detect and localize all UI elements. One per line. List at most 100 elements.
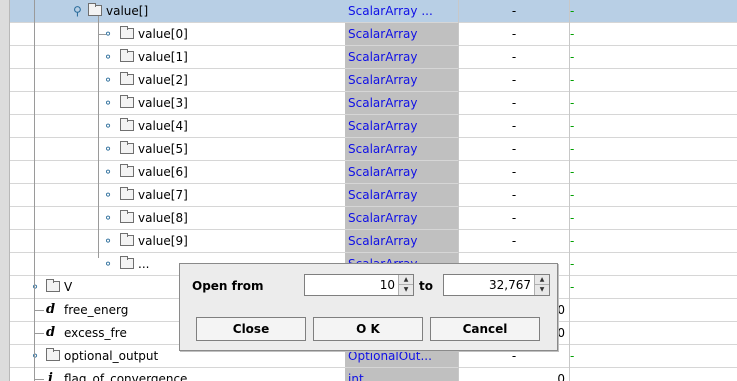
spin-up-icon[interactable]: ▲ — [399, 275, 413, 285]
to-spinner[interactable]: ▲ ▼ — [443, 274, 550, 296]
tree-branch-line — [34, 379, 44, 380]
folder-icon — [120, 72, 134, 85]
collapsed-handle-icon[interactable]: ⚬ — [103, 23, 113, 45]
name-cell: ⚬ value[8] — [10, 207, 344, 229]
name-cell: ⚬ value[7] — [10, 184, 344, 206]
tree-branch-line — [34, 310, 44, 311]
marker-cell: - — [570, 50, 575, 64]
type-cell: ScalarArray — [345, 92, 458, 114]
table-row[interactable]: ⚬ value[3] ScalarArray - - — [10, 92, 737, 115]
value-cell: - — [511, 211, 517, 225]
type-cell: ScalarArray — [345, 207, 458, 229]
collapsed-handle-icon[interactable]: ⚬ — [103, 161, 113, 183]
name-cell: ⚬ value[9] — [10, 230, 344, 252]
collapsed-handle-icon[interactable]: ⚬ — [103, 253, 113, 275]
type-cell: ScalarArray — [345, 138, 458, 160]
spin-down-icon[interactable]: ▼ — [535, 285, 549, 295]
collapsed-handle-icon[interactable]: ⚬ — [30, 345, 40, 367]
spin-down-icon[interactable]: ▼ — [399, 285, 413, 295]
folder-icon — [120, 26, 134, 39]
left-border — [0, 0, 10, 381]
value-cell: - — [511, 165, 517, 179]
marker-cell: - — [570, 349, 575, 363]
name-cell: ⚬ value[1] — [10, 46, 344, 68]
folder-icon — [120, 141, 134, 154]
node-label: value[5] — [138, 142, 188, 156]
node-label: value[4] — [138, 119, 188, 133]
table-row[interactable]: ⚬ value[4] ScalarArray - - — [10, 115, 737, 138]
table-row[interactable]: ⚲ value[] ScalarArray ... - - — [10, 0, 737, 23]
table-row[interactable]: ⚬ value[0] ScalarArray - - — [10, 23, 737, 46]
folder-icon — [120, 118, 134, 131]
folder-icon — [120, 187, 134, 200]
collapsed-handle-icon[interactable]: ⚬ — [103, 184, 113, 206]
to-input[interactable] — [446, 277, 531, 293]
folder-icon — [120, 256, 134, 269]
name-cell: ⚲ value[] — [10, 0, 344, 22]
collapsed-handle-icon[interactable]: ⚬ — [103, 92, 113, 114]
node-label: flag_of_convergence — [64, 372, 188, 381]
table-row[interactable]: ⚬ value[9] ScalarArray - - — [10, 230, 737, 253]
d-type-icon: d — [46, 325, 56, 340]
table-row[interactable]: ⚬ value[2] ScalarArray - - — [10, 69, 737, 92]
folder-icon — [120, 95, 134, 108]
marker-cell: - — [570, 4, 575, 18]
i-type-icon: i — [48, 371, 53, 381]
type-cell: int — [345, 368, 458, 381]
table-row[interactable]: ⚬ value[8] ScalarArray - - — [10, 207, 737, 230]
value-cell: - — [511, 119, 517, 133]
name-cell: ⚬ value[4] — [10, 115, 344, 137]
column-separator — [569, 0, 570, 381]
table-row[interactable]: ⚬ value[1] ScalarArray - - — [10, 46, 737, 69]
folder-icon — [120, 49, 134, 62]
from-input[interactable] — [307, 277, 395, 293]
value-cell: 0 — [557, 372, 565, 381]
node-label: value[7] — [138, 188, 188, 202]
value-cell: - — [511, 27, 517, 41]
node-label: value[6] — [138, 165, 188, 179]
spin-up-icon[interactable]: ▲ — [535, 275, 549, 285]
table-row[interactable]: ⚬ value[7] ScalarArray - - — [10, 184, 737, 207]
value-cell: - — [511, 4, 517, 18]
marker-cell: - — [570, 234, 575, 248]
to-spin-buttons[interactable]: ▲ ▼ — [534, 275, 549, 295]
close-button[interactable]: Close — [196, 317, 306, 341]
to-label: to — [419, 279, 433, 293]
collapsed-handle-icon[interactable]: ⚬ — [103, 69, 113, 91]
collapsed-handle-icon[interactable]: ⚬ — [103, 115, 113, 137]
type-cell: ScalarArray — [345, 115, 458, 137]
marker-cell: - — [570, 165, 575, 179]
ok-button[interactable]: O K — [313, 317, 423, 341]
cancel-button[interactable]: Cancel — [430, 317, 540, 341]
from-spinner[interactable]: ▲ ▼ — [304, 274, 414, 296]
collapsed-handle-icon[interactable]: ⚬ — [103, 138, 113, 160]
node-label: free_energ — [64, 303, 129, 317]
marker-cell: - — [570, 142, 575, 156]
node-label: optional_output — [64, 349, 159, 363]
value-cell: - — [511, 142, 517, 156]
collapsed-handle-icon[interactable]: ⚬ — [103, 230, 113, 252]
value-cell: - — [511, 188, 517, 202]
folder-icon — [46, 279, 60, 292]
node-label: ... — [138, 257, 150, 271]
folder-icon — [120, 210, 134, 223]
collapsed-handle-icon[interactable]: ⚬ — [103, 46, 113, 68]
collapsed-handle-icon[interactable]: ⚬ — [103, 207, 113, 229]
table-row[interactable]: ⚬ value[5] ScalarArray - - — [10, 138, 737, 161]
table-row[interactable]: i flag_of_convergence int 0 — [10, 368, 737, 381]
node-label: value[8] — [138, 211, 188, 225]
from-spin-buttons[interactable]: ▲ ▼ — [398, 275, 413, 295]
folder-icon — [120, 233, 134, 246]
node-label: value[1] — [138, 50, 188, 64]
table-row[interactable]: ⚬ value[6] ScalarArray - - — [10, 161, 737, 184]
collapsed-handle-icon[interactable]: ⚬ — [30, 276, 40, 298]
marker-cell: - — [570, 257, 575, 271]
tree-guide-line — [34, 0, 35, 381]
value-cell: - — [511, 50, 517, 64]
expanded-handle-icon[interactable]: ⚲ — [73, 0, 82, 22]
folder-icon — [88, 3, 102, 16]
tree-branch-line — [34, 333, 44, 334]
node-label: V — [64, 280, 73, 294]
node-label: value[3] — [138, 96, 188, 110]
type-cell: ScalarArray — [345, 46, 458, 68]
